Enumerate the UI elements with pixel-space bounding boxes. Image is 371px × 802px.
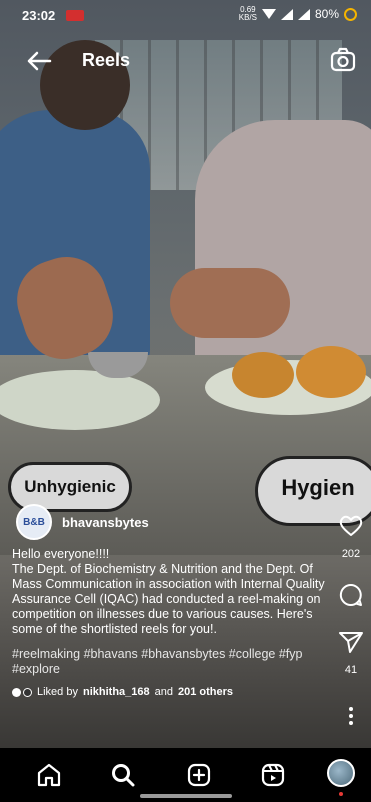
author-avatar[interactable]: B&B (16, 504, 52, 540)
food-item (232, 352, 294, 398)
status-time: 23:02 (22, 8, 56, 23)
signal-icon (297, 8, 310, 20)
reel-caption[interactable]: Hello everyone!!!! The Dept. of Biochemi… (12, 547, 342, 637)
reels-icon[interactable] (258, 760, 288, 790)
search-icon[interactable] (108, 760, 138, 790)
home-icon[interactable] (34, 760, 64, 790)
sticker-label: Hygien (281, 475, 355, 500)
comment-action (331, 582, 371, 608)
home-indicator[interactable] (140, 794, 232, 798)
liked-by-prefix: Liked by (37, 686, 78, 698)
network-speed: 0.69 KB/S (238, 5, 257, 22)
profile-avatar[interactable] (327, 759, 355, 787)
caption-greeting: Hello everyone!!!! (12, 547, 110, 561)
top-bar: Reels (0, 40, 371, 82)
like-count[interactable]: 202 (331, 548, 371, 560)
create-icon[interactable] (184, 760, 214, 790)
food-item (296, 346, 366, 398)
page-title: Reels (82, 50, 131, 70)
more-options-icon[interactable] (347, 706, 355, 726)
signal-icon (280, 8, 293, 20)
battery-level: 80% (314, 7, 339, 21)
status-bar: 23:02 0.69 KB/S 80% (0, 0, 371, 32)
caption-hashtags[interactable]: #reelmaking #bhavans #bhavansbytes #coll… (12, 647, 332, 677)
share-action: 41 (331, 630, 371, 676)
back-arrow-icon[interactable] (24, 46, 54, 76)
liked-by-middle: and (154, 686, 173, 698)
send-icon[interactable] (338, 630, 364, 654)
more-action (331, 706, 371, 726)
reel-video[interactable]: Unhygienic Hygien (0, 0, 371, 802)
like-action: 202 (331, 514, 371, 560)
liked-by-user[interactable]: nikhitha_168 (83, 686, 150, 698)
hand-right (170, 268, 290, 338)
author-username[interactable]: bhavansbytes (62, 515, 149, 530)
share-count[interactable]: 41 (331, 664, 371, 676)
record-icon (66, 10, 84, 21)
wifi-icon (261, 9, 276, 19)
liker-avatars (12, 687, 32, 697)
caption-body: The Dept. of Biochemistry & Nutrition an… (12, 562, 325, 636)
comment-icon[interactable] (338, 582, 364, 608)
liked-by[interactable]: Liked by nikhitha_168 and 201 others (12, 686, 233, 698)
reel-author[interactable]: B&B bhavansbytes (16, 504, 149, 540)
battery-icon (344, 7, 357, 21)
notification-dot (339, 792, 343, 796)
person-right (195, 120, 371, 380)
camera-icon[interactable] (329, 46, 357, 74)
sticker-label: Unhygienic (24, 477, 116, 496)
bottom-navigation (0, 748, 371, 802)
liked-by-others[interactable]: 201 others (178, 686, 233, 698)
heart-icon[interactable] (338, 514, 364, 538)
status-icons: 0.69 KB/S 80% (239, 6, 357, 22)
